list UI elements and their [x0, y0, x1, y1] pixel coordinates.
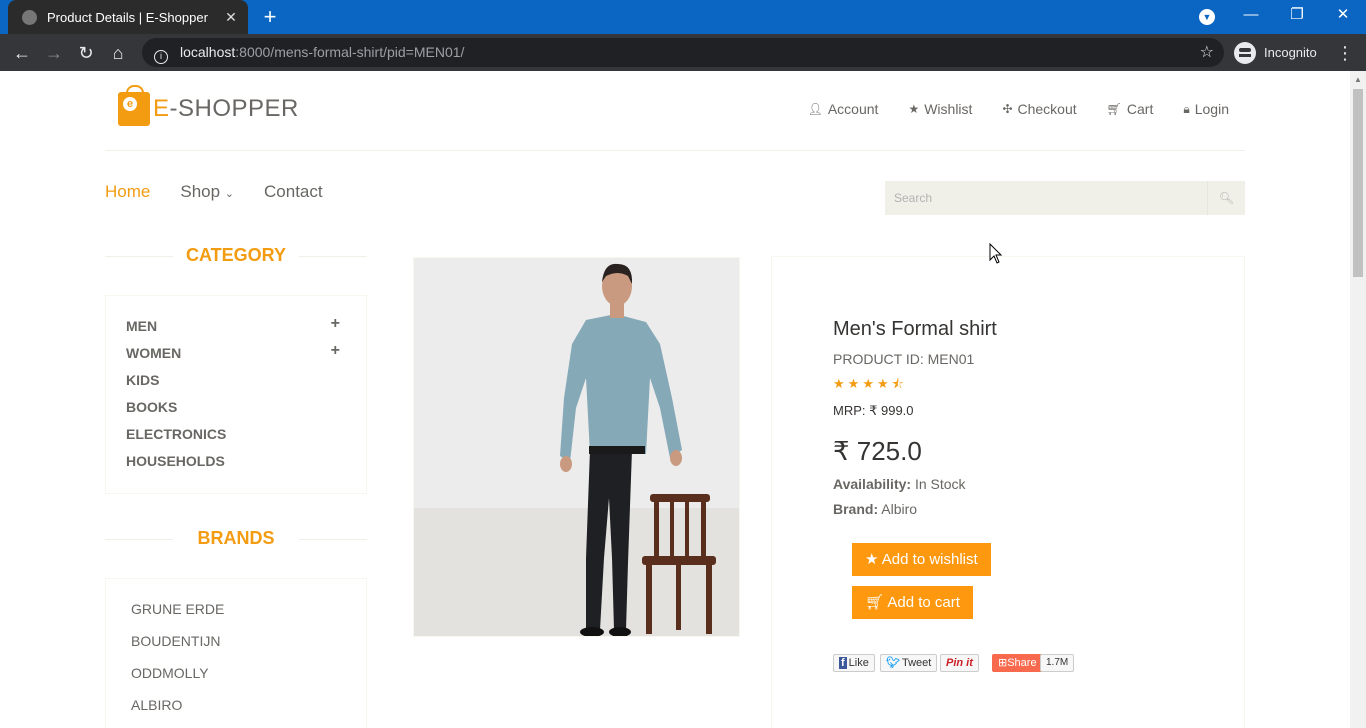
- user-icon: 👤︎: [807, 102, 823, 116]
- logo-text: E-SHOPPER: [153, 95, 299, 122]
- product-info-panel: Men's Formal shirt PRODUCT ID: MEN01 ★★★…: [771, 256, 1245, 728]
- add-to-wishlist-button[interactable]: ★ Add to wishlist: [852, 543, 991, 576]
- shopping-bag-icon: e: [118, 85, 150, 126]
- pinterest-button[interactable]: Pin it: [940, 654, 979, 672]
- cart-icon: 🛒︎: [865, 594, 885, 611]
- nav-home[interactable]: Home: [105, 182, 150, 202]
- category-panel: MEN + WOMEN + KIDS BOOKS ELECTRONICS HOU…: [105, 295, 367, 494]
- browser-menu-icon[interactable]: ⋮: [1336, 40, 1354, 66]
- expand-men-icon[interactable]: +: [331, 315, 340, 333]
- star-icon: ★: [862, 376, 877, 391]
- search-placeholder: Search: [894, 191, 933, 205]
- brand-albiro[interactable]: ALBIRO: [131, 697, 182, 713]
- twitter-icon: 🐦︎: [886, 657, 900, 669]
- url-path: :8000/mens-formal-shirt/pid=MEN01/: [235, 44, 465, 60]
- cart-icon: 🛒︎: [1106, 102, 1122, 116]
- share-button[interactable]: ⊞Share: [992, 654, 1043, 672]
- browser-toolbar: ← → ↻ ⌂ i localhost:8000/mens-formal-shir…: [0, 34, 1366, 71]
- close-tab-icon[interactable]: ✕: [220, 9, 242, 26]
- new-tab-button[interactable]: +: [258, 4, 282, 30]
- site-info-icon[interactable]: i: [154, 50, 168, 64]
- site-logo[interactable]: e E-SHOPPER: [118, 85, 299, 126]
- page-scrollbar[interactable]: ▲: [1350, 71, 1366, 728]
- brands-title: BRANDS: [105, 528, 367, 549]
- scrollbar-thumb[interactable]: [1353, 89, 1363, 277]
- brand: Brand: Albiro: [833, 501, 918, 517]
- checkout-link[interactable]: ✣ Checkout: [1002, 101, 1076, 117]
- add-to-cart-button[interactable]: 🛒︎ Add to cart: [852, 586, 973, 619]
- tab-title: Product Details | E-Shopper: [47, 9, 208, 25]
- incognito-label: Incognito: [1264, 45, 1317, 60]
- main-nav: Home Shop ⌄ Contact: [105, 182, 323, 202]
- mouse-cursor-icon: [989, 243, 1003, 264]
- product-name: Men's Formal shirt: [833, 318, 997, 340]
- category-women[interactable]: WOMEN: [126, 345, 181, 361]
- tab-search-icon[interactable]: ▼: [1199, 9, 1215, 25]
- brands-panel: GRUNE ERDE BOUDENTIJN ODDMOLLY ALBIRO: [105, 578, 367, 728]
- scroll-up-icon[interactable]: ▲: [1354, 75, 1362, 84]
- header-links: 👤︎ Account ★ Wishlist ✣ Checkout 🛒︎ Cart 🔒︎ L…: [808, 101, 1229, 117]
- search-input[interactable]: Search 🔍︎: [885, 181, 1245, 215]
- minimize-button[interactable]: —: [1228, 0, 1274, 34]
- account-link[interactable]: 👤︎ Account: [808, 101, 879, 117]
- brand-boudentijn[interactable]: BOUDENTIJN: [131, 633, 220, 649]
- reload-button[interactable]: ↻: [73, 40, 99, 66]
- facebook-icon: f: [839, 657, 847, 669]
- model-in-shirt-illustration: [414, 258, 739, 636]
- login-link[interactable]: 🔒︎ Login: [1183, 101, 1229, 117]
- tweet-button[interactable]: 🐦︎ Tweet: [880, 654, 938, 672]
- browser-tab[interactable]: Product Details | E-Shopper ✕: [8, 0, 248, 34]
- plus-icon: ⊞: [998, 657, 1008, 669]
- product-mrp: MRP: ₹ 999.0: [833, 403, 914, 418]
- nav-contact[interactable]: Contact: [264, 182, 323, 202]
- nav-shop[interactable]: Shop ⌄: [180, 182, 234, 202]
- url-host: localhost: [180, 44, 236, 60]
- star-icon: ★: [833, 376, 848, 391]
- brand-grune-erde[interactable]: GRUNE ERDE: [131, 601, 224, 617]
- star-icon: ★: [847, 376, 863, 391]
- close-window-button[interactable]: ✕: [1320, 0, 1366, 34]
- category-kids[interactable]: KIDS: [126, 372, 159, 388]
- star-icon: ★: [876, 376, 892, 391]
- category-title: CATEGORY: [105, 245, 367, 266]
- address-bar[interactable]: i localhost:8000/mens-formal-shirt/pid=ME…: [142, 38, 1224, 67]
- restore-button[interactable]: ❐: [1274, 0, 1320, 34]
- product-image: [413, 257, 740, 637]
- category-households[interactable]: HOUSEHOLDS: [126, 453, 225, 469]
- browser-tabbar: Product Details | E-Shopper ✕ + ▼ — ❐ ✕: [0, 0, 1366, 34]
- wishlist-link[interactable]: ★ Wishlist: [908, 101, 972, 117]
- share-count: 1.7M: [1040, 654, 1075, 672]
- star-icon: ★: [865, 551, 879, 568]
- expand-women-icon[interactable]: +: [331, 342, 340, 360]
- brand-oddmolly[interactable]: ODDMOLLY: [131, 665, 209, 681]
- category-men[interactable]: MEN: [126, 318, 157, 334]
- globe-icon: [22, 9, 37, 25]
- chevron-down-icon: ⌄: [224, 188, 235, 200]
- header-divider: [105, 150, 1245, 151]
- product-id: PRODUCT ID: MEN01: [833, 351, 975, 367]
- page-content: e E-SHOPPER 👤︎ Account ★ Wishlist ✣ Checkou…: [0, 71, 1350, 728]
- back-button[interactable]: ←: [9, 40, 35, 66]
- crosshairs-icon: ✣: [1002, 102, 1013, 116]
- bookmark-star-icon[interactable]: ☆: [1200, 38, 1214, 67]
- cart-link[interactable]: 🛒︎ Cart: [1107, 101, 1154, 117]
- rating-stars: ★★★★⯪: [833, 375, 907, 397]
- incognito-icon: [1234, 42, 1256, 64]
- star-icon: ★: [908, 102, 920, 116]
- availability: Availability: In Stock: [833, 476, 966, 492]
- lock-icon: 🔒︎: [1183, 101, 1190, 116]
- category-books[interactable]: BOOKS: [126, 399, 177, 415]
- half-star-icon: ⯪: [891, 376, 907, 391]
- home-icon[interactable]: ⌂: [105, 40, 131, 66]
- forward-button[interactable]: →: [41, 40, 67, 66]
- product-price: ₹ 725.0: [833, 436, 922, 466]
- search-icon[interactable]: 🔍︎: [1207, 181, 1245, 215]
- category-electronics[interactable]: ELECTRONICS: [126, 426, 226, 442]
- incognito-indicator[interactable]: Incognito: [1234, 42, 1317, 64]
- facebook-like-button[interactable]: f Like: [833, 654, 875, 672]
